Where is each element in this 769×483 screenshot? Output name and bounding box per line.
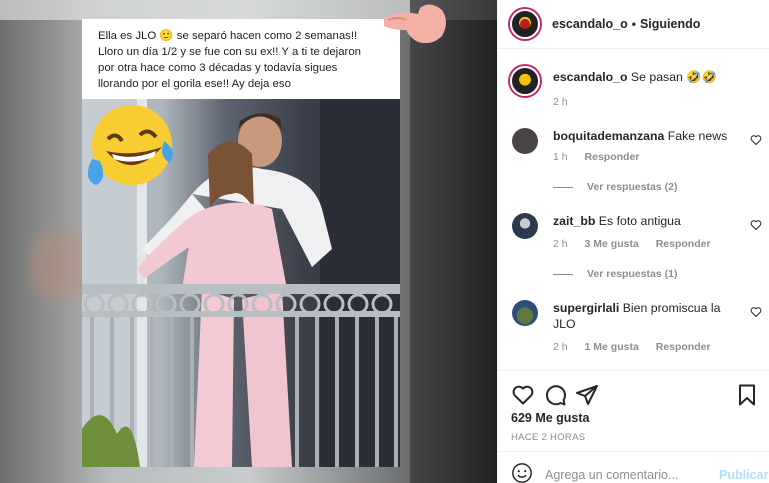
- image-caption-box: Ella es JLO 🙂 se separó hacen como 2 sem…: [82, 19, 400, 99]
- comment-username[interactable]: escandalo_o: [553, 70, 628, 84]
- caption-line: por otra hace como 3 décadas y todavía s…: [98, 62, 338, 74]
- commenter-avatar[interactable]: [510, 66, 540, 96]
- reply-button[interactable]: Responder: [656, 238, 711, 250]
- view-replies-link[interactable]: Ver respuestas (2): [553, 181, 677, 193]
- comment-time[interactable]: 2 h: [553, 238, 568, 250]
- background-blur-hand: [30, 230, 90, 300]
- like-comment-heart-icon[interactable]: [750, 134, 762, 146]
- comment-username[interactable]: supergirlali: [553, 301, 619, 315]
- comment-item: zait_bb Es foto antigua 2 h 3 Me gusta R…: [510, 213, 762, 273]
- post-image[interactable]: Ella es JLO 🙂 se separó hacen como 2 sem…: [82, 19, 400, 467]
- like-count[interactable]: 629 Me gusta: [511, 411, 590, 425]
- couple-photo: [82, 99, 400, 467]
- view-replies-label[interactable]: Ver respuestas (1): [587, 268, 677, 280]
- author-username[interactable]: escandalo_o: [552, 17, 628, 31]
- caption-line: Lloro un día 1/2 y se fue con su ex!! Y …: [98, 46, 362, 58]
- comment-body: boquitademanzana Fake news: [553, 128, 739, 144]
- commenter-avatar[interactable]: [512, 128, 538, 154]
- comment-body: supergirlali Bien promiscua la JLO: [553, 300, 733, 332]
- comment-time[interactable]: 2 h: [553, 96, 568, 108]
- post-sidebar: escandalo_o • Siguiendo escandalo_o Se p…: [497, 0, 769, 483]
- view-replies-link[interactable]: Ver respuestas (1): [553, 268, 677, 280]
- comment-meta: 1 h Responder: [553, 151, 639, 163]
- post-media: Ella es JLO 🙂 se separó hacen como 2 sem…: [0, 0, 497, 483]
- comment-bubble-icon[interactable]: [543, 383, 567, 407]
- commenter-avatar[interactable]: [512, 213, 538, 239]
- caption-line: Ella es JLO 🙂 se separó hacen como 2 sem…: [98, 30, 358, 42]
- comment-meta: 2 h 1 Me gusta Responder: [553, 341, 711, 353]
- comment-item: supergirlali Bien promiscua la JLO 2 h 1…: [510, 300, 762, 360]
- background-blur-right: [410, 0, 497, 483]
- emoji-picker-icon[interactable]: [511, 462, 533, 483]
- laughing-crying-emoji-icon: [87, 105, 173, 185]
- like-heart-icon[interactable]: [511, 383, 535, 407]
- comment-text: Fake news: [667, 129, 728, 143]
- comment-meta: 2 h 3 Me gusta Responder: [553, 238, 711, 250]
- post-actions: 629 Me gusta HACE 2 HORAS: [498, 370, 769, 450]
- comment-text: Se pasan 🤣🤣: [630, 70, 717, 84]
- reply-button[interactable]: Responder: [585, 151, 640, 163]
- separator-dot: •: [631, 17, 636, 31]
- commenter-avatar[interactable]: [512, 300, 538, 326]
- comment-time[interactable]: 1 h: [553, 151, 568, 163]
- following-button[interactable]: Siguiendo: [640, 17, 700, 31]
- action-icons: [511, 383, 759, 407]
- post-time-ago[interactable]: HACE 2 HORAS: [511, 432, 585, 443]
- add-comment-bar: Agrega un comentario... Publicar: [498, 451, 769, 483]
- comment-username[interactable]: boquitademanzana: [553, 129, 664, 143]
- pointing-finger-emoji-icon: [384, 4, 446, 44]
- share-paper-plane-icon[interactable]: [575, 383, 599, 407]
- comment-likes[interactable]: 3 Me gusta: [585, 238, 639, 250]
- like-comment-heart-icon[interactable]: [750, 219, 762, 231]
- reply-button[interactable]: Responder: [656, 341, 711, 353]
- comment-item: escandalo_o Se pasan 🤣🤣 2 h: [510, 66, 762, 126]
- publish-button[interactable]: Publicar: [719, 468, 768, 482]
- post-header: escandalo_o • Siguiendo: [498, 0, 769, 49]
- comment-input[interactable]: Agrega un comentario...: [545, 468, 678, 482]
- comment-username[interactable]: zait_bb: [553, 214, 595, 228]
- comment-body: escandalo_o Se pasan 🤣🤣: [553, 69, 739, 85]
- author-avatar[interactable]: [510, 9, 540, 39]
- comment-text: Es foto antigua: [598, 214, 681, 228]
- comment-likes[interactable]: 1 Me gusta: [585, 341, 639, 353]
- replies-divider: [553, 273, 573, 275]
- save-bookmark-icon[interactable]: [735, 383, 759, 407]
- replies-divider: [553, 186, 573, 188]
- comment-meta: 2 h: [553, 96, 568, 108]
- comment-time[interactable]: 2 h: [553, 341, 568, 353]
- like-comment-heart-icon[interactable]: [750, 306, 762, 318]
- caption-line: llorando por el gorila ese!! Ay deja eso: [98, 78, 291, 90]
- view-replies-label[interactable]: Ver respuestas (2): [587, 181, 677, 193]
- comment-body: zait_bb Es foto antigua: [553, 213, 739, 229]
